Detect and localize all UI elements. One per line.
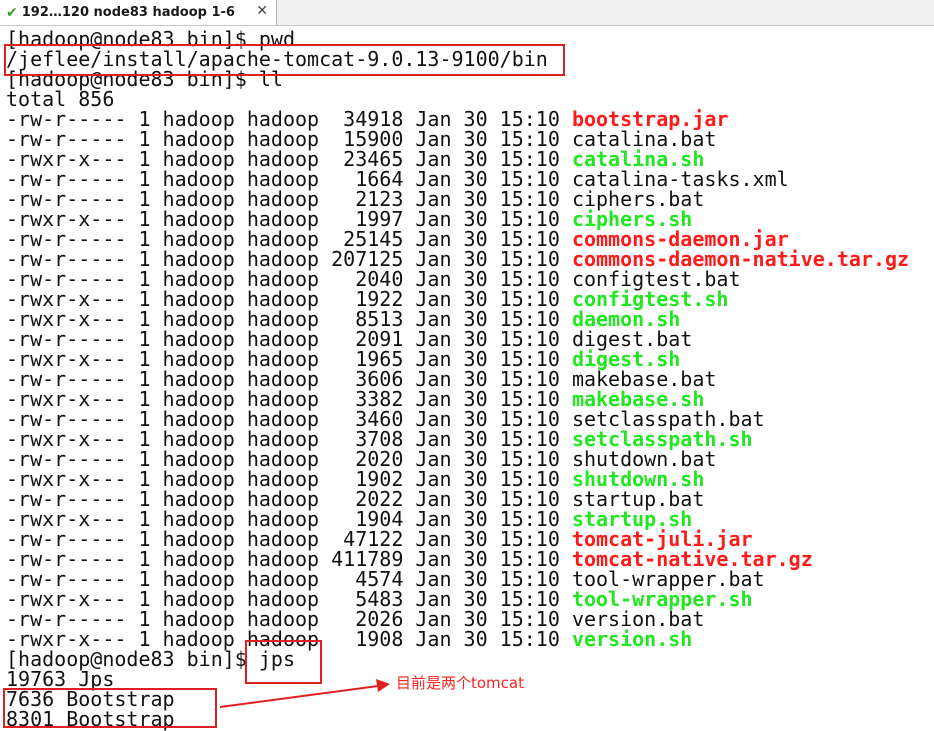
annotation-arrow: [219, 679, 390, 708]
annotation-text: 目前是两个tomcat: [396, 674, 524, 692]
